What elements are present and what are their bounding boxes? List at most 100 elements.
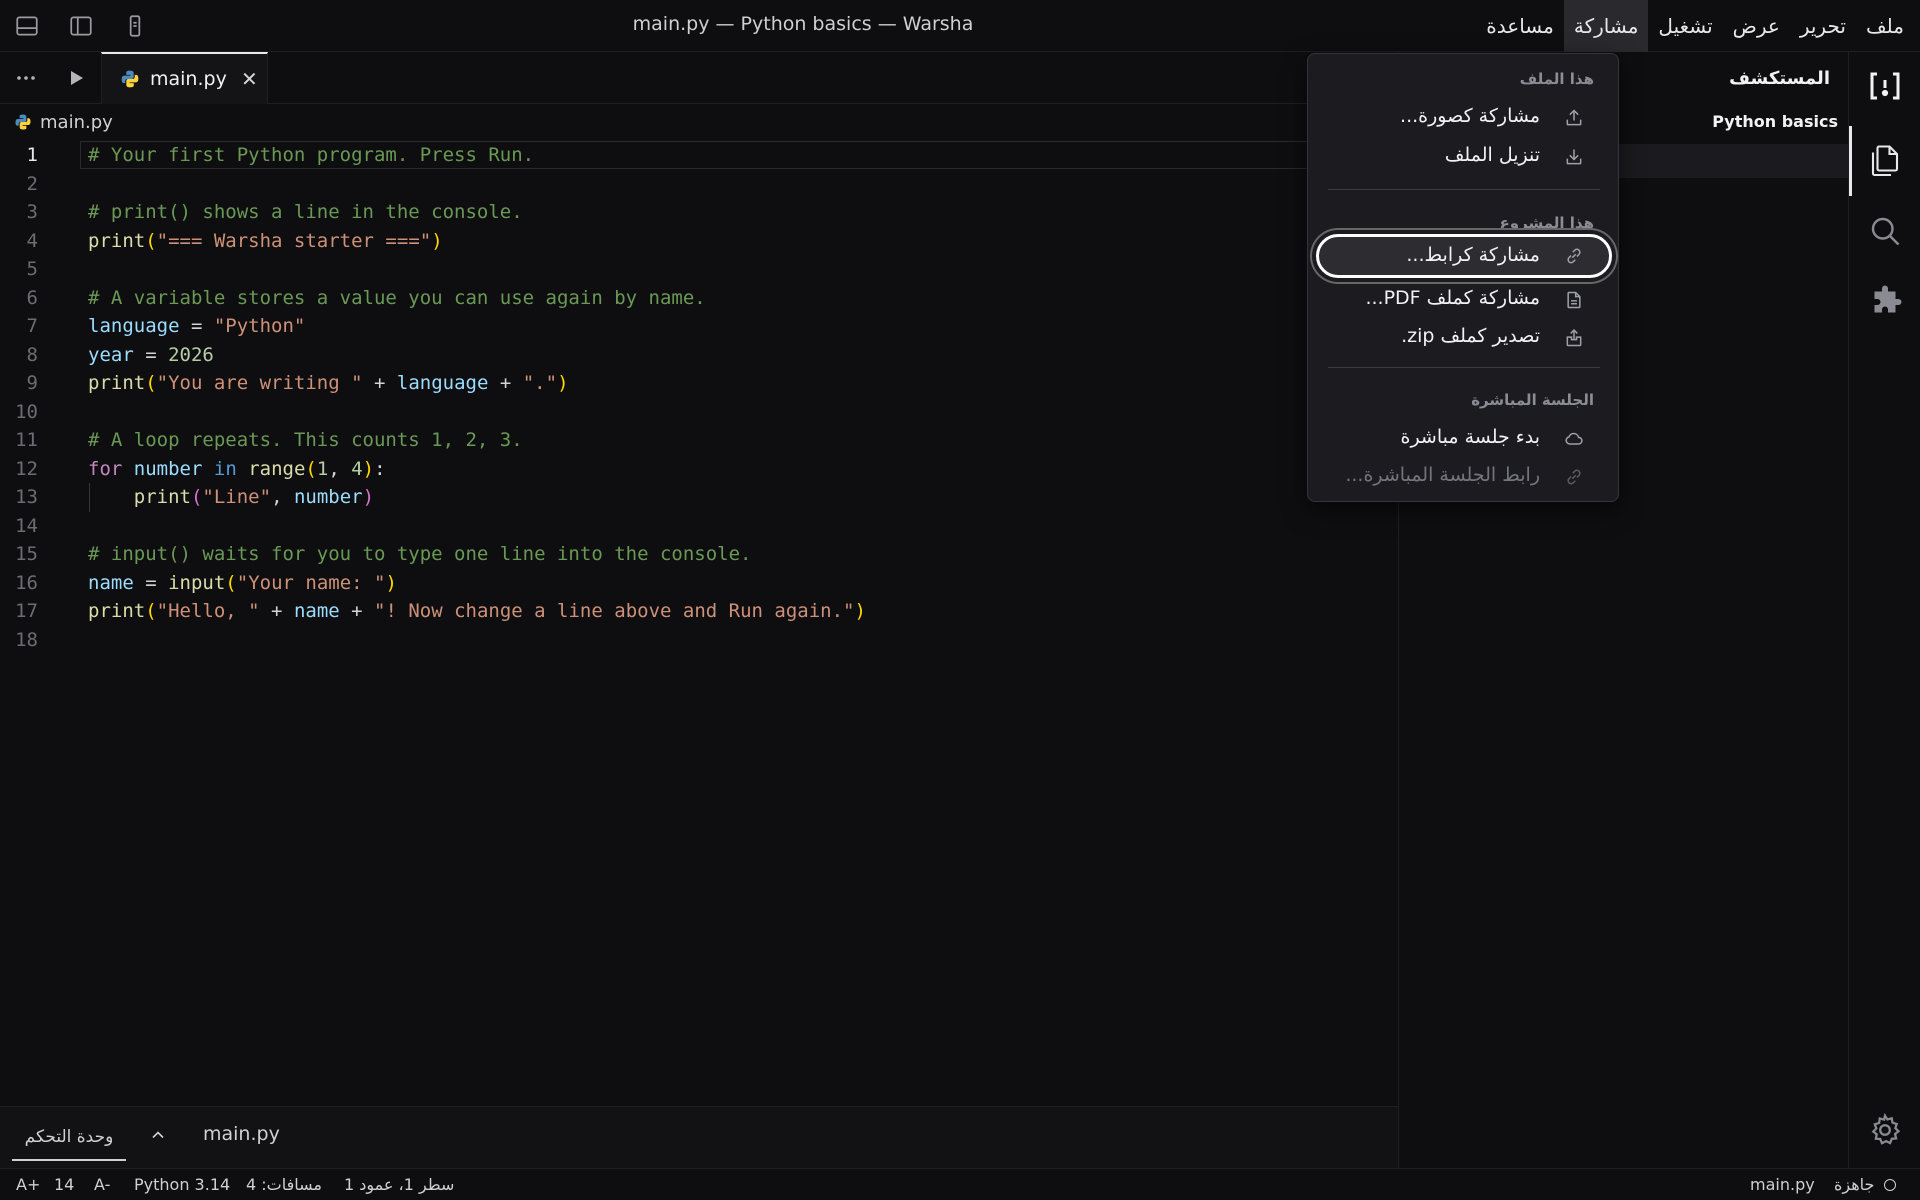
code-line[interactable]: 13 print("Line", number)	[0, 483, 1398, 512]
share-as-pdf-item[interactable]: مشاركة كملف PDF...	[1316, 281, 1612, 319]
code-token: =	[179, 315, 214, 337]
code-line[interactable]: 18	[0, 626, 1398, 655]
code-token: )	[385, 571, 397, 594]
share-as-link-item[interactable]: مشاركة كرابط...	[1316, 234, 1612, 278]
explorer-project-name[interactable]: Python basics	[1712, 112, 1838, 131]
code-text: print("Hello, " + name + "! Now change a…	[88, 597, 866, 626]
code-token: number	[133, 457, 203, 480]
document-icon	[1564, 290, 1584, 310]
panel-bottom-icon[interactable]	[14, 13, 40, 39]
code-token: 1	[316, 457, 329, 480]
menu-item-label: تنزيل الملف	[1444, 144, 1540, 166]
share-menu: هذا الملف مشاركة كصورة... تنزيل الملف هذ…	[1307, 53, 1619, 502]
code-line[interactable]: 9 print("You are writing " + language + "…	[0, 369, 1398, 398]
code-token: # A variable stores a value you can use …	[88, 286, 706, 309]
menu-run[interactable]: تشغيل	[1648, 0, 1722, 52]
code-line[interactable]: 1 # Your first Python program. Press Run.	[0, 141, 1410, 170]
code-token: year	[88, 343, 134, 366]
line-number: 1	[26, 144, 38, 166]
tab-console[interactable]: وحدة التحكم	[12, 1115, 126, 1161]
breadcrumb[interactable]: main.py	[14, 110, 113, 134]
code-line[interactable]: 14	[0, 512, 1398, 541]
font-increase-button[interactable]: A+	[16, 1175, 40, 1194]
indent-spaces[interactable]: مسافات: 4	[246, 1175, 322, 1194]
menu-item-label: مشاركة كرابط...	[1406, 244, 1540, 266]
code-line[interactable]: 7 language = "Python"	[0, 312, 1398, 341]
code-line[interactable]: 8 year = 2026	[0, 341, 1398, 370]
live-session-link-item: رابط الجلسة المباشرة...	[1316, 458, 1612, 496]
code-token: language	[88, 315, 180, 337]
archive-upload-icon	[1564, 328, 1584, 348]
code-token: print	[88, 229, 146, 252]
code-token: 4	[351, 457, 363, 480]
code-line[interactable]: 5	[0, 255, 1398, 284]
share-as-image-item[interactable]: مشاركة كصورة...	[1316, 99, 1612, 137]
gear-icon[interactable]	[1867, 1112, 1903, 1148]
menu-file[interactable]: ملف	[1856, 0, 1914, 52]
code-token: +	[259, 600, 294, 622]
code-token: +	[488, 372, 523, 394]
code-line[interactable]: 2	[0, 170, 1398, 199]
code-token: "Line"	[202, 486, 272, 508]
code-token: ,	[271, 486, 294, 508]
more-actions-icon[interactable]	[14, 66, 38, 90]
code-token: "Python"	[213, 315, 306, 337]
menu-share[interactable]: مشاركة	[1563, 0, 1649, 52]
code-line[interactable]: 3 # print() shows a line in the console.	[0, 198, 1398, 227]
line-number: 10	[15, 400, 38, 423]
menu-help[interactable]: مساعدة	[1476, 0, 1564, 52]
code-line[interactable]: 12 for number in range(1, 4):	[0, 455, 1398, 484]
line-number: 8	[26, 343, 38, 366]
code-editor[interactable]: 1 # Your first Python program. Press Run.…	[0, 141, 1410, 655]
extensions-icon[interactable]	[1867, 284, 1903, 320]
menu-edit[interactable]: تحرير	[1790, 0, 1856, 52]
code-line[interactable]: 6 # A variable stores a value you can use…	[0, 284, 1398, 313]
sidebar-toggle-icon[interactable]	[68, 13, 94, 39]
export-zip-item[interactable]: تصدير كملف zip.	[1316, 319, 1612, 357]
run-icon[interactable]	[64, 66, 88, 90]
tab-main-py[interactable]: main.py ✕	[101, 52, 268, 104]
download-file-item[interactable]: تنزيل الملف	[1316, 138, 1612, 176]
code-token: print	[88, 372, 146, 394]
code-line[interactable]: 4 print("=== Warsha starter ===")	[0, 227, 1398, 256]
start-live-session-item[interactable]: بدء جلسة مباشرة	[1316, 420, 1612, 458]
language-mode[interactable]: Python 3.14	[134, 1175, 230, 1194]
line-number: 12	[15, 457, 38, 480]
code-token: for	[88, 457, 123, 480]
cursor-position[interactable]: سطر 1، عمود 1	[344, 1175, 454, 1194]
device-icon[interactable]	[122, 13, 148, 39]
code-token: (	[305, 457, 317, 480]
cloud-icon	[1564, 429, 1584, 449]
code-token: range	[248, 457, 306, 480]
status-ready: جاهزة	[1834, 1175, 1896, 1194]
code-line[interactable]: 11 # A loop repeats. This counts 1, 2, 3.	[0, 426, 1398, 455]
status-text: جاهزة	[1834, 1175, 1875, 1194]
code-line[interactable]: 15 # input() waits for you to type one li…	[0, 540, 1398, 569]
code-line[interactable]: 16 name = input("Your name: ")	[0, 569, 1398, 598]
breadcrumb-file: main.py	[40, 111, 113, 133]
code-text: name = input("Your name: ")	[88, 569, 397, 598]
code-token: "Your name: "	[236, 571, 386, 594]
code-token: "Hello, "	[156, 600, 260, 622]
code-token: )	[557, 372, 569, 394]
upload-icon	[1564, 108, 1584, 128]
chevron-up-icon[interactable]	[148, 1125, 168, 1145]
code-line[interactable]: 10	[0, 398, 1398, 427]
files-icon[interactable]	[1867, 142, 1903, 178]
warsha-logo-icon[interactable]	[1867, 68, 1903, 104]
font-decrease-button[interactable]: A-	[94, 1175, 110, 1194]
code-line[interactable]: 17 print("Hello, " + name + "! Now change…	[0, 597, 1398, 626]
code-text: # A loop repeats. This counts 1, 2, 3.	[88, 426, 523, 455]
code-token: (	[145, 229, 157, 252]
code-token: =	[133, 571, 169, 594]
code-text: # Your first Python program. Press Run.	[88, 141, 534, 170]
search-icon[interactable]	[1867, 213, 1903, 249]
menu-item-label: تصدير كملف zip.	[1401, 325, 1540, 347]
code-token: "=== Warsha starter ==="	[156, 229, 432, 252]
menu-view[interactable]: عرض	[1723, 0, 1790, 52]
section-live-session: الجلسة المباشرة	[1471, 391, 1594, 409]
editor-tab-bar: main.py ✕	[0, 52, 1398, 104]
line-number: 9	[26, 372, 38, 394]
close-icon[interactable]: ✕	[241, 67, 258, 91]
code-token: )	[854, 600, 866, 622]
